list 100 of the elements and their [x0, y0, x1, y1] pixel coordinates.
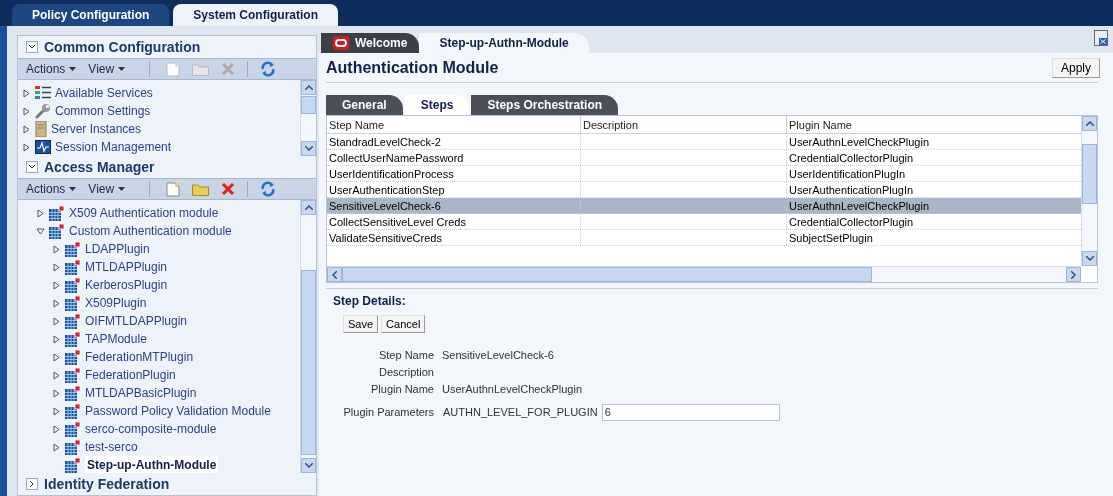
tree-item-label: LDAPPlugin — [85, 241, 150, 258]
collapse-toggle[interactable] — [26, 161, 38, 173]
tree-item-label: Session Management — [55, 139, 172, 156]
actions-menu[interactable]: Actions — [26, 60, 77, 78]
wrench-icon — [35, 103, 51, 119]
table-cell-text: CredentialCollectorPlugin — [788, 215, 915, 229]
tree-item-label: X509Plugin — [85, 295, 147, 312]
tree-item[interactable]: KerberosPlugin — [18, 276, 300, 294]
table-row[interactable]: CollectSensitiveLevel Creds CredentialCollectorPlugin — [327, 214, 1081, 230]
table-cell-text: UserAuthnLevelCheckPlugin — [788, 199, 931, 213]
vertical-scrollbar[interactable] — [300, 200, 316, 473]
view-menu[interactable]: View — [88, 60, 126, 78]
tab[interactable]: General — [326, 95, 403, 115]
scroll-thumb[interactable] — [1082, 144, 1097, 204]
tree-item[interactable]: X509Plugin — [18, 294, 300, 312]
tree-item-label: Common Settings — [55, 103, 151, 120]
tree-item-label: Available Services — [55, 85, 153, 102]
tree-item-label: KerberosPlugin — [85, 277, 168, 294]
view-menu[interactable]: View — [88, 180, 126, 198]
section-title: Step Details: — [333, 293, 407, 310]
section-title: Identity Federation — [44, 474, 170, 494]
module-grid-icon — [49, 223, 65, 239]
chevron-icon — [28, 481, 36, 487]
tree-item[interactable]: LDAPPlugin — [18, 240, 300, 258]
tab[interactable]: Steps — [404, 95, 470, 115]
tree-item-label: MTLDAPPlugin — [85, 259, 168, 276]
tree-item[interactable]: TAPModule — [18, 330, 300, 348]
scroll-thumb[interactable] — [301, 96, 316, 114]
tree-item[interactable]: X509 Authentication module — [18, 204, 300, 222]
collapsed-triangle-icon[interactable] — [36, 208, 45, 218]
tree-item[interactable]: serco-composite-module — [18, 420, 300, 438]
tree-item[interactable]: Password Policy Validation Module — [18, 402, 300, 420]
module-grid-icon — [65, 241, 81, 257]
tree-item[interactable]: test-serco — [18, 438, 300, 456]
top-tab[interactable]: System Configuration — [173, 4, 339, 26]
form-button[interactable]: Save — [343, 315, 379, 333]
vertical-scrollbar[interactable] — [300, 80, 316, 156]
tree-item-label: Server Instances — [51, 121, 142, 138]
tree-item[interactable]: Available Services — [22, 84, 300, 102]
expanded-triangle-icon[interactable] — [36, 226, 45, 236]
tree-item[interactable]: MTLDAPPlugin — [18, 258, 300, 276]
tree-item[interactable]: Step-up-Authn-Module — [18, 456, 300, 473]
table-row[interactable]: ValidateSensitiveCreds SubjectSetPlugin — [327, 230, 1081, 246]
module-grid-icon — [65, 313, 81, 329]
tree-item-label: TAPModule — [85, 331, 147, 348]
tree-item[interactable]: MTLDAPBasicPlugin — [18, 384, 300, 402]
tree-item[interactable]: OIFMTLDAPPlugin — [18, 312, 300, 330]
tree-item-label: MTLDAPBasicPlugin — [85, 385, 197, 402]
table-cell: SensitiveLevelCheck-6 — [327, 198, 581, 213]
close-window-icon[interactable] — [1094, 30, 1108, 46]
tree-item[interactable]: Common Settings — [22, 102, 300, 120]
parameter-value-field[interactable]: 6 — [601, 403, 780, 421]
document-tab[interactable]: Step-up-Authn-Module — [419, 33, 589, 53]
document-tab[interactable]: Welcome — [321, 33, 420, 53]
module-grid-icon — [49, 205, 65, 221]
module-grid-icon — [65, 331, 81, 347]
expand-toggle[interactable] — [26, 478, 38, 490]
tree-item-label: Custom Authentication module — [69, 223, 232, 240]
table-row[interactable]: UserIdentificationProcess UserIdentificationPlugIn — [327, 166, 1081, 182]
tree-item[interactable]: Session Management — [22, 138, 300, 156]
vertical-scrollbar[interactable] — [1081, 116, 1097, 266]
parameter-name: AUTHN_LEVEL_FOR_PLUGIN — [443, 404, 598, 420]
column-header[interactable]: Description — [581, 116, 787, 133]
apply-button[interactable]: Apply — [1051, 57, 1100, 78]
column-header[interactable]: Step Name — [327, 116, 581, 133]
module-grid-icon — [65, 385, 81, 401]
table-row[interactable]: StandradLevelCheck-2 UserAuthnLevelCheckPlugin — [327, 134, 1081, 150]
top-tab[interactable]: Policy Configuration — [12, 4, 170, 26]
delete-icon[interactable] — [221, 182, 236, 196]
tab[interactable]: Steps Orchestration — [471, 95, 619, 115]
module-grid-icon — [65, 457, 81, 473]
scroll-thumb[interactable] — [342, 267, 872, 282]
actions-menu[interactable]: Actions — [26, 180, 77, 198]
refresh-icon[interactable] — [260, 61, 277, 77]
tree-item[interactable]: Custom Authentication module — [18, 222, 300, 240]
module-grid-icon — [65, 439, 81, 455]
module-grid-icon — [65, 403, 81, 419]
scroll-thumb[interactable] — [301, 270, 316, 455]
page-title: Authentication Module — [326, 57, 499, 78]
collapse-toggle[interactable] — [26, 41, 38, 53]
refresh-icon[interactable] — [260, 181, 277, 197]
horizontal-scrollbar[interactable] — [327, 266, 1081, 282]
caret-icon — [69, 67, 77, 71]
column-header[interactable]: Plugin Name — [787, 116, 1081, 133]
table-cell: UserAuthenticationStep — [327, 182, 581, 197]
field-value: SensitiveLevelCheck-6 — [442, 347, 554, 363]
form-button[interactable]: Cancel — [381, 315, 426, 333]
tree-item[interactable]: FederationPlugin — [18, 366, 300, 384]
tree-item[interactable]: Server Instances — [22, 120, 300, 138]
logo-icon — [333, 36, 349, 50]
table-row[interactable]: CollectUserNamePassword CredentialCollectorPlugin — [327, 150, 1081, 166]
table-row[interactable]: SensitiveLevelCheck-6 UserAuthnLevelCheckPlugin — [327, 198, 1081, 214]
monitor-pulse-icon — [35, 139, 51, 155]
table-cell: CollectUserNamePassword — [327, 150, 581, 165]
module-grid-icon — [65, 277, 81, 293]
tree-item-label: serco-composite-module — [85, 421, 217, 438]
section-title: Common Configuration — [44, 37, 201, 57]
module-grid-icon — [65, 259, 81, 275]
tree-item[interactable]: FederationMTPlugin — [18, 348, 300, 366]
caret-icon — [118, 187, 126, 191]
